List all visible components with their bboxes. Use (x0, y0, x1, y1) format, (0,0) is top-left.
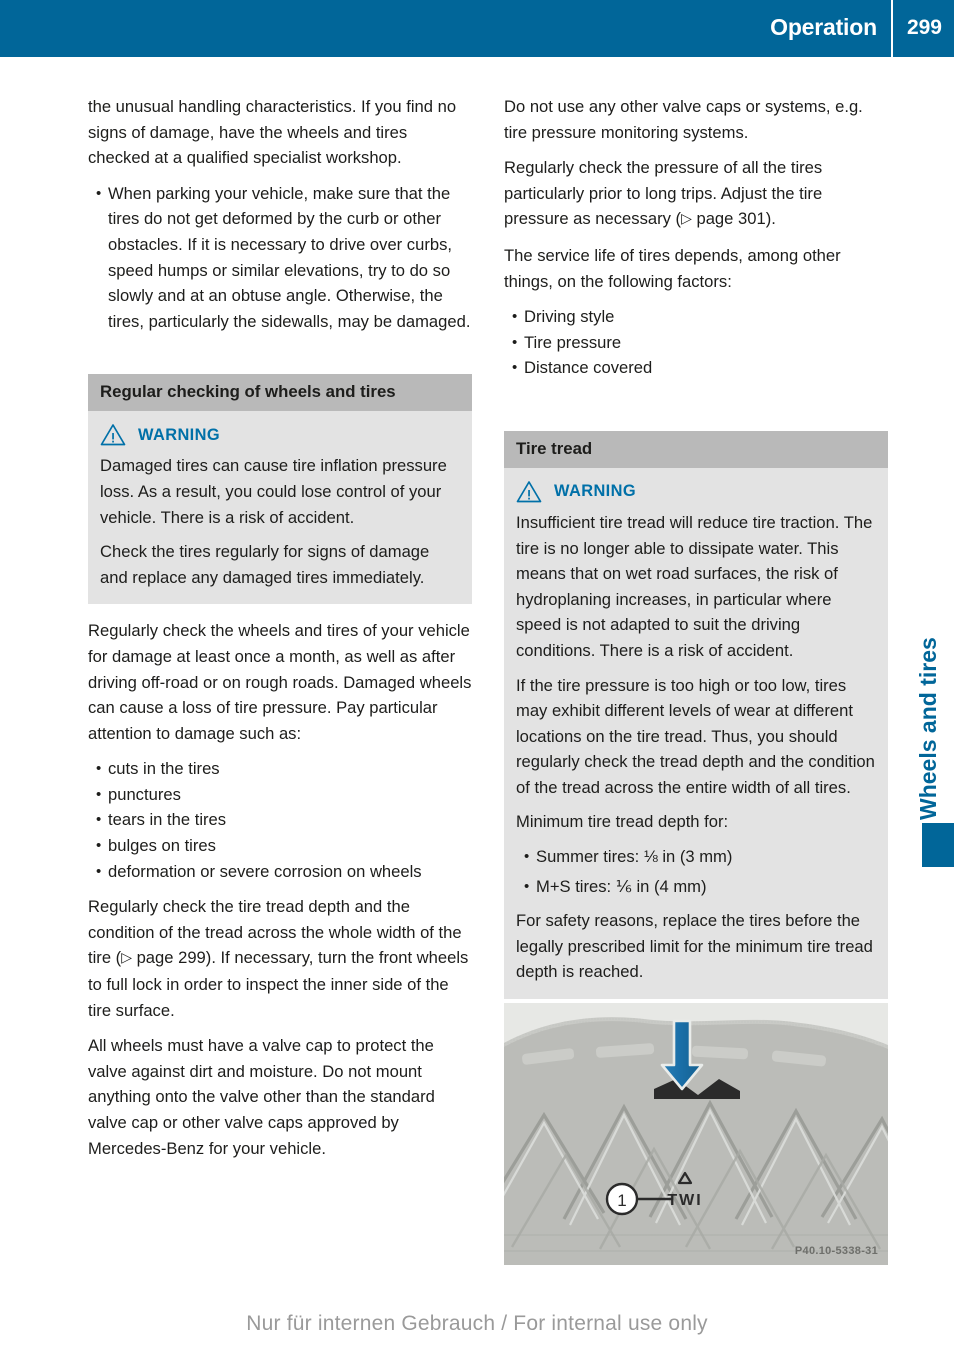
warning-header: WARNING (100, 423, 460, 446)
list-item: punctures (88, 782, 472, 808)
chapter-tab-label: Wheels and tires (915, 637, 941, 820)
parking-bullet-list: When parking your vehicle, make sure tha… (88, 181, 472, 335)
list-item: Distance covered (504, 355, 888, 381)
list-item: When parking your vehicle, make sure tha… (88, 181, 472, 335)
list-item: Summer tires: ⅛ in (3 mm) (516, 844, 876, 870)
tire-tread-wear-indicator-figure: 1 TWI P40.10-5338-31 (504, 1003, 888, 1265)
list-item: Tire pressure (504, 330, 888, 356)
warning-box-damaged-tires: WARNING Damaged tires can cause tire inf… (88, 411, 472, 605)
paragraph-pressure-check: Regularly check the pressure of all the … (504, 155, 888, 233)
warning-paragraph: Check the tires regularly for signs of d… (100, 542, 430, 587)
paragraph-valve-caps: Do not use any other valve caps or syste… (504, 97, 863, 142)
paragraph-tread-depth: Regularly check the tire tread depth and… (88, 894, 472, 1023)
tread-depth-text-a: Regularly check the tire tread depth and… (88, 897, 410, 917)
list-item: Driving style (504, 304, 888, 330)
warning-triangle-icon (100, 423, 126, 446)
warning-paragraph: Damaged tires can cause tire inflation p… (100, 456, 447, 527)
header-page-number: 299 (906, 15, 942, 39)
list-item: M+S tires: ⅙ in (4 mm) (516, 874, 876, 900)
page-reference-icon: ▷ (121, 949, 132, 966)
list-item: tears in the tires (88, 807, 472, 833)
warning-label: WARNING (138, 425, 221, 444)
list-item: deformation or severe corrosion on wheel… (88, 859, 472, 885)
paragraph-continuation: the unusual handling characteristics. If… (88, 97, 457, 168)
warning-closing-paragraph: For safety reasons, replace the tires be… (516, 911, 873, 982)
paragraph-regular-check: Regularly check the wheels and tires of … (88, 621, 472, 743)
damage-types-bullet-list: cuts in the tires punctures tears in the… (88, 756, 472, 884)
service-life-factors-list: Driving style Tire pressure Distance cov… (504, 304, 888, 381)
page-reference-icon: ▷ (681, 210, 692, 227)
list-item: cuts in the tires (88, 756, 472, 782)
warning-header: WARNING (516, 480, 876, 503)
svg-text:TWI: TWI (667, 1192, 702, 1209)
left-column: the unusual handling characteristics. If… (88, 94, 472, 1161)
warning-box-tire-tread: WARNING Insufficient tire tread will red… (504, 467, 888, 1000)
figure-reference-code: P40.10-5338-31 (794, 1245, 878, 1257)
svg-text:1: 1 (617, 1191, 626, 1210)
pressure-page-ref: page 301 (691, 209, 766, 229)
right-column: Do not use any other valve caps or syste… (504, 94, 888, 1000)
section-title-regular-checking: Regular checking of wheels and tires (88, 374, 472, 412)
list-item: bulges on tires (88, 833, 472, 859)
warning-label: WARNING (554, 482, 637, 501)
warning-paragraph: Insufficient tire tread will reduce tire… (516, 512, 873, 660)
min-tread-depth-list: Summer tires: ⅛ in (3 mm) M+S tires: ⅙ i… (516, 844, 876, 899)
manual-page: Operation 299 the unusual handling chara… (0, 0, 954, 1354)
warning-triangle-icon (516, 480, 542, 503)
page-header-content: Operation 299 (770, 0, 954, 57)
min-tread-depth-intro: Minimum tire tread depth for: (516, 812, 729, 832)
paragraph-valve-cap: All wheels must have a valve cap to prot… (88, 1036, 435, 1158)
header-section-title: Operation (770, 13, 877, 40)
page-footer-notice: Nur für internen Gebrauch / For internal… (246, 1312, 708, 1335)
chapter-tab-marker (922, 823, 954, 867)
pressure-text-b: ). (765, 209, 776, 229)
tread-depth-page-ref: page 299 (131, 948, 206, 968)
page-header-bar: Operation 299 (0, 0, 954, 57)
section-title-tire-tread: Tire tread (504, 430, 888, 468)
warning-paragraph: If the tire pressure is too high or too … (516, 675, 875, 797)
paragraph-service-life: The service life of tires depends, among… (504, 245, 841, 291)
